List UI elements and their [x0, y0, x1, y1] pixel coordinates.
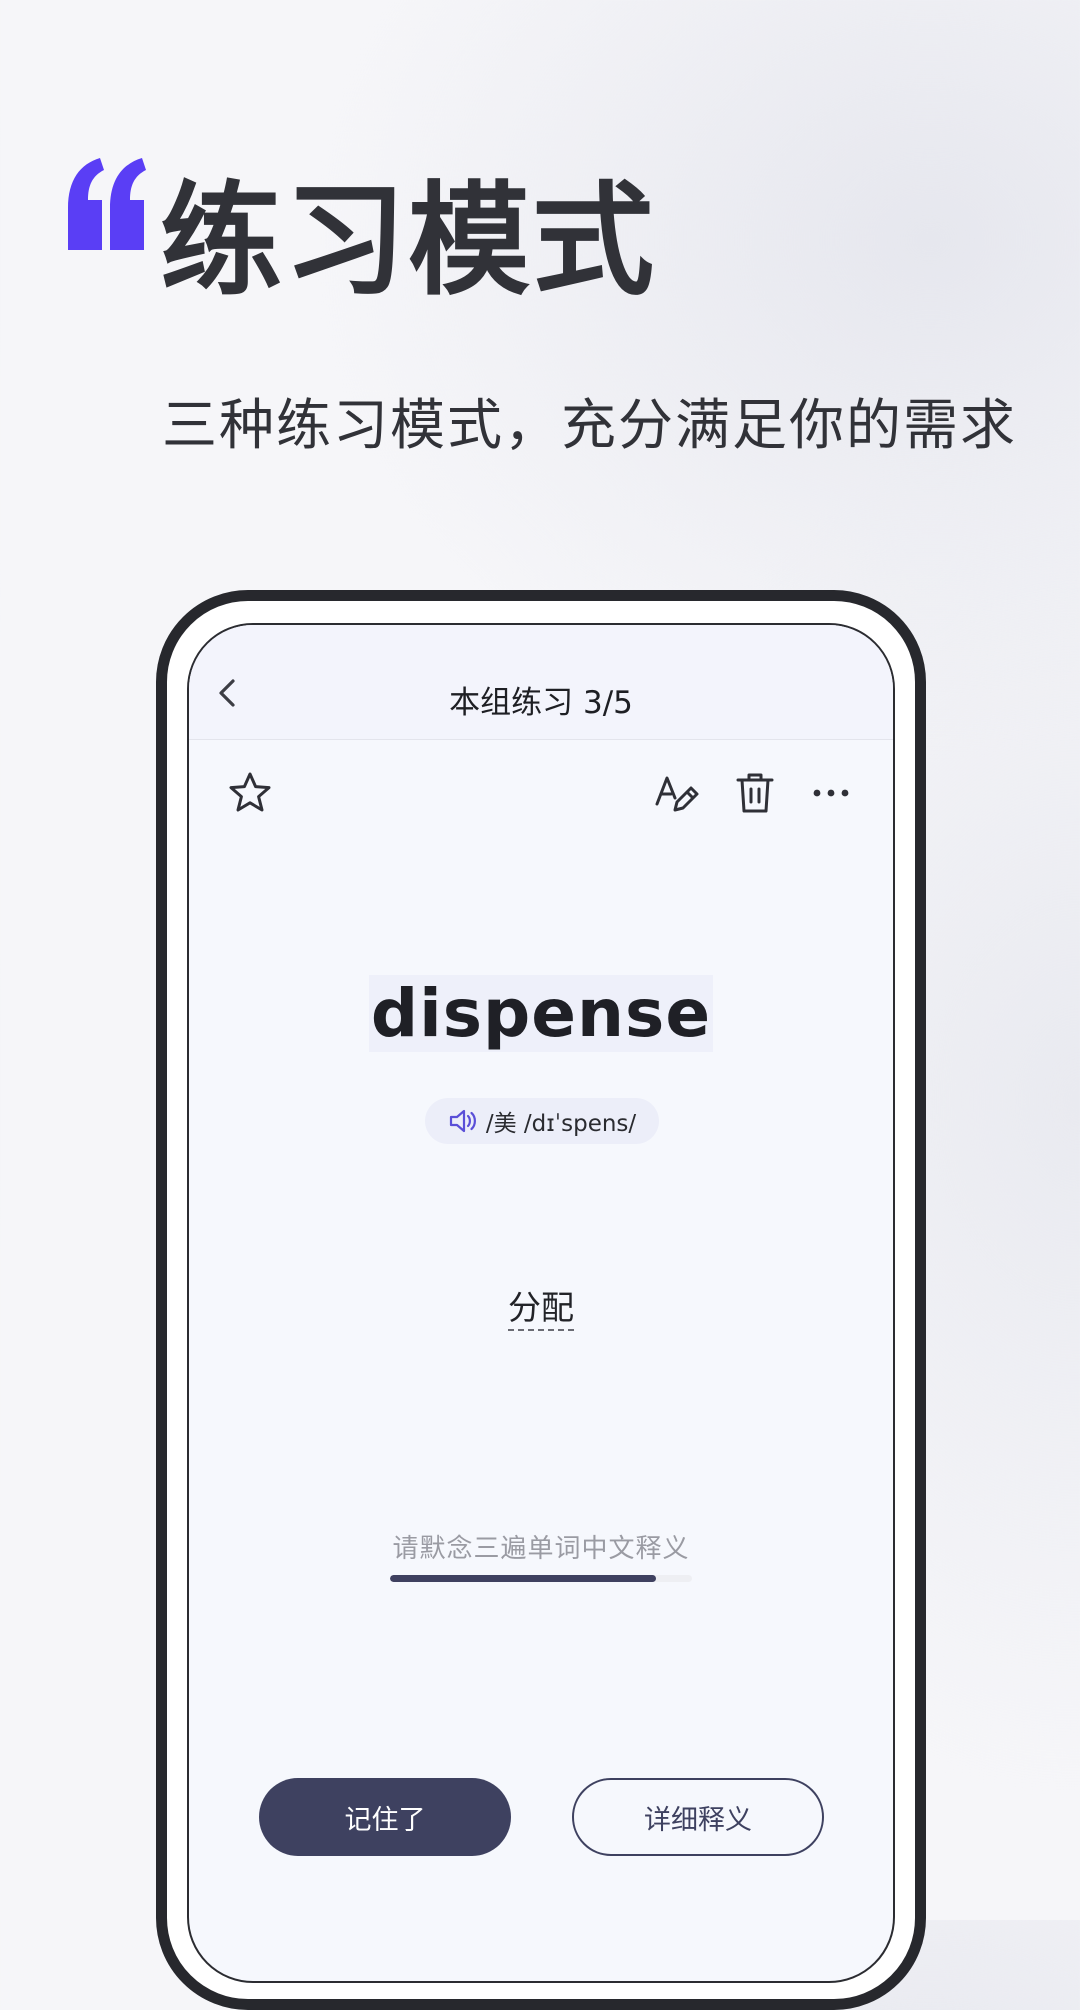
word-text: dispense [189, 975, 893, 1052]
details-button[interactable]: 详细释义 [572, 1778, 824, 1856]
nav-title: 本组练习 3/5 [449, 685, 633, 721]
progress-bar [390, 1575, 692, 1582]
meaning-label: 分配 [508, 1288, 574, 1331]
meaning-text: 分配 [189, 1281, 893, 1331]
phonetic-text: /美 /dɪˈspens/ [485, 1111, 637, 1137]
speaker-icon[interactable] [448, 1108, 478, 1134]
quote-mark-icon [68, 158, 146, 250]
star-icon[interactable] [227, 770, 273, 816]
more-icon[interactable] [809, 770, 853, 816]
phonetic-pill[interactable]: /美 /dɪˈspens/ [425, 1098, 659, 1144]
edit-text-icon[interactable] [653, 770, 701, 816]
page-title: 练习模式 [160, 170, 656, 312]
phone-screen: 本组练习 3/5 dispense /美 /dɪˈspens/ 分配 请默念三遍… [187, 623, 895, 1983]
word-highlight: dispense [368, 975, 714, 1052]
progress-fill [390, 1575, 656, 1582]
trash-icon[interactable] [734, 770, 776, 816]
hint-text: 请默念三遍单词中文释义 [392, 1534, 690, 1564]
nav-bar: 本组练习 3/5 [189, 625, 893, 740]
remember-button[interactable]: 记住了 [259, 1778, 511, 1856]
page-subtitle: 三种练习模式，充分满足你的需求 [162, 393, 1018, 457]
